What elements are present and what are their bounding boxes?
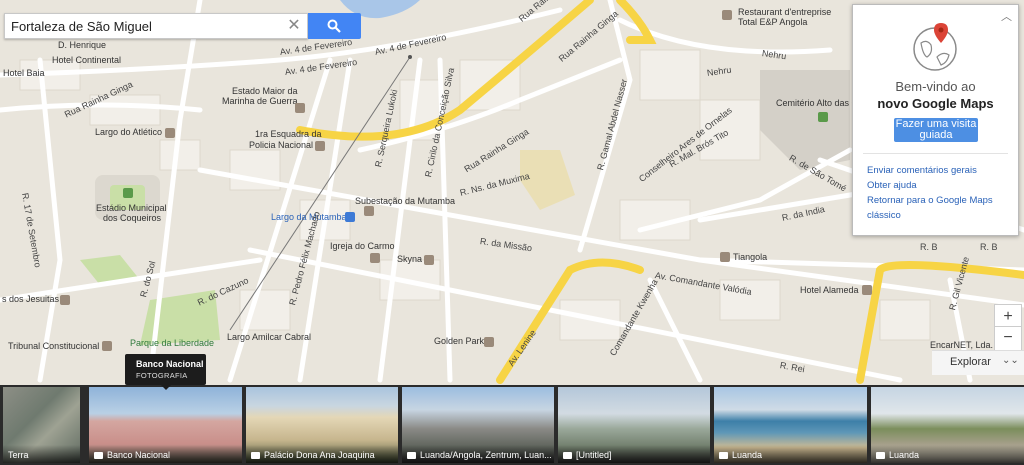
- photo-caption: Palácio Dona Ana Joaquina: [246, 445, 398, 463]
- photo-caption-text: Terra: [8, 450, 29, 460]
- photo-thumb-palacio[interactable]: Palácio Dona Ana Joaquina: [246, 387, 398, 463]
- label-marinha: Marinha de Guerra: [222, 96, 298, 106]
- label-tribunal: Tribunal Constitucional: [8, 341, 100, 351]
- poi-skyna-icon: [424, 255, 434, 265]
- tooltip-title: Banco Nacional: [136, 359, 204, 369]
- divider: [863, 153, 1008, 154]
- camera-icon: [719, 452, 728, 459]
- poi-marinha-icon: [295, 103, 305, 113]
- poi-cemiterio-icon: [818, 112, 828, 122]
- label-esquadra: 1ra Esquadra da: [255, 129, 322, 139]
- poi-mutamba-transit-icon: [345, 212, 355, 222]
- guided-tour-button[interactable]: Fazer uma visita guiada: [894, 118, 978, 142]
- poi-policia-icon: [315, 141, 325, 151]
- chevron-up-icon[interactable]: ︿: [1001, 8, 1012, 24]
- photo-caption-text: Luanda/Angola, Zentrum, Luan...: [420, 450, 552, 460]
- camera-icon: [251, 452, 260, 459]
- poi-subestacao-icon: [364, 206, 374, 216]
- label-restaurant-2: Total E&P Angola: [738, 17, 808, 27]
- double-chevron-down-icon[interactable]: ⌄⌄: [1002, 355, 1019, 366]
- poi-igreja-icon: [370, 253, 380, 263]
- label-hotel-alameda: Hotel Alameda: [800, 285, 859, 295]
- road-rb-2: R. B: [980, 242, 998, 252]
- road-rb-1: R. B: [920, 242, 938, 252]
- photo-caption: Luanda/Angola, Zentrum, Luan...: [402, 445, 554, 463]
- explore-label: Explorar: [950, 356, 991, 368]
- poi-jesuitas-icon: [60, 295, 70, 305]
- send-feedback-link[interactable]: Enviar comentários gerais: [867, 165, 977, 177]
- classic-maps-link[interactable]: Retornar para o Google Maps: [867, 195, 993, 207]
- poi-estadio-icon: [123, 188, 133, 198]
- photo-caption-text: [Untitled]: [576, 450, 612, 460]
- tooltip-subtitle: FOTOGRAFIA: [136, 371, 188, 380]
- photo-caption: Banco Nacional: [89, 445, 242, 463]
- photo-caption: Luanda: [871, 445, 1024, 463]
- search-input[interactable]: [11, 18, 281, 34]
- poi-alameda-icon: [862, 285, 872, 295]
- poi-tiangola-icon: [720, 252, 730, 262]
- poi-atletico-icon: [165, 128, 175, 138]
- label-largo-atletico: Largo do Atlético: [95, 127, 163, 137]
- close-icon[interactable]: ✕: [285, 17, 303, 35]
- photo-thumb-luanda-palms[interactable]: Luanda: [871, 387, 1024, 463]
- photo-thumb-luanda-zentrum[interactable]: Luanda/Angola, Zentrum, Luan...: [402, 387, 554, 463]
- photo-thumb-luanda-bay[interactable]: Luanda: [714, 387, 867, 463]
- search-box[interactable]: ✕: [4, 13, 308, 39]
- photo-tooltip: Banco Nacional FOTOGRAFIA: [125, 354, 206, 390]
- camera-icon: [563, 452, 572, 459]
- label-policia: Policia Nacional: [249, 140, 314, 150]
- label-largo-amilcar: Largo Amilcar Cabral: [227, 332, 312, 342]
- explore-bar[interactable]: Explorar ⌄⌄: [932, 350, 1024, 375]
- photo-thumb-untitled[interactable]: [Untitled]: [558, 387, 710, 463]
- search-button[interactable]: [308, 13, 361, 39]
- photo-caption-text: Luanda: [889, 450, 920, 460]
- label-jesuitas: s dos Jesuitas: [2, 294, 60, 304]
- poi-restaurant-icon: [722, 10, 732, 20]
- tooltip-arrow: [161, 385, 171, 390]
- photo-thumb-banco-nacional[interactable]: Banco Nacional: [89, 387, 242, 463]
- get-help-link[interactable]: Obter ajuda: [867, 180, 917, 192]
- welcome-title: novo Google Maps: [877, 96, 994, 111]
- photo-caption-text: Palácio Dona Ana Joaquina: [264, 450, 375, 460]
- photo-caption-text: Luanda: [732, 450, 763, 460]
- photo-caption: [Untitled]: [558, 445, 710, 463]
- label-golden-park: Golden Park: [434, 336, 485, 346]
- classic-maps-link-2[interactable]: clássico: [867, 210, 901, 222]
- photo-caption: Terra: [3, 445, 80, 463]
- zoom-out-button[interactable]: −: [994, 326, 1022, 352]
- photo-strip: Terra Banco Nacional Palácio Dona Ana Jo…: [0, 385, 1024, 465]
- welcome-text: Bem-vindo ao: [895, 79, 976, 94]
- label-hotel-continental: Hotel Continental: [52, 55, 122, 65]
- camera-icon: [876, 452, 885, 459]
- label-skyna: Skyna: [397, 254, 423, 264]
- label-igreja: Igreja do Carmo: [330, 241, 395, 251]
- camera-icon: [407, 452, 416, 459]
- poi-tribunal-icon: [102, 341, 112, 351]
- label-estadio-2: dos Coqueiros: [103, 213, 162, 223]
- search-icon: [327, 19, 341, 33]
- photo-thumb-terra[interactable]: Terra: [3, 387, 80, 463]
- label-tiangola: Tiangola: [733, 252, 768, 262]
- label-hotel-baia: Hotel Baia: [3, 68, 45, 78]
- photo-caption: Luanda: [714, 445, 867, 463]
- photo-caption-text: Banco Nacional: [107, 450, 171, 460]
- label-parque-liberdade: Parque da Liberdade: [130, 338, 215, 348]
- camera-icon: [94, 452, 103, 459]
- label-cemiterio: Cemitério Alto das C: [776, 98, 859, 108]
- poi-golden-park-icon: [484, 337, 494, 347]
- label-henrique: D. Henrique: [58, 40, 107, 50]
- globe-pin-icon: [913, 23, 957, 71]
- welcome-panel: ︿ Bem-vindo ao novo Google Maps Fazer um…: [852, 4, 1019, 236]
